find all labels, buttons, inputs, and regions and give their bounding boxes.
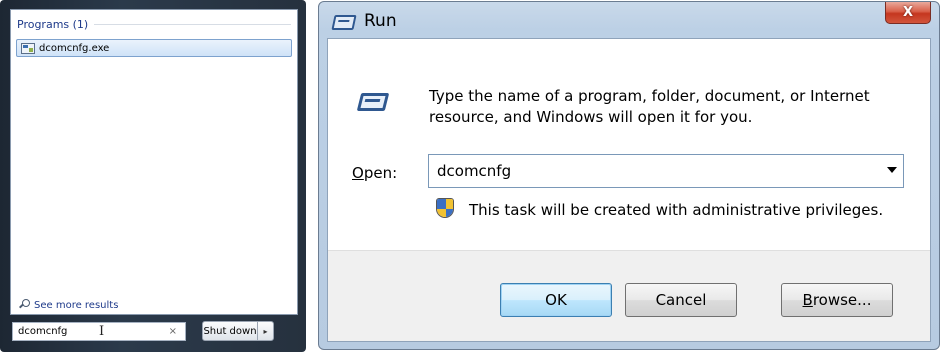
ok-button[interactable]: OK bbox=[500, 283, 612, 317]
run-title: Run bbox=[364, 11, 397, 31]
start-menu: Programs (1) dcomcnfg.exe See more resul… bbox=[0, 0, 306, 352]
open-label: Open: bbox=[352, 164, 398, 182]
run-icon bbox=[331, 15, 357, 30]
chevron-down-icon[interactable] bbox=[887, 167, 897, 173]
open-combobox[interactable]: dcomcnfg bbox=[428, 154, 904, 188]
uac-shield-icon bbox=[436, 198, 454, 218]
program-icon bbox=[21, 42, 35, 54]
cancel-button[interactable]: Cancel bbox=[625, 283, 737, 317]
open-input-value: dcomcnfg bbox=[437, 162, 512, 180]
run-dialog-body: Type the name of a program, folder, docu… bbox=[327, 38, 931, 342]
run-dialog: Run X Type the name of a program, folder… bbox=[318, 1, 940, 350]
clear-search-icon[interactable]: × bbox=[169, 326, 177, 337]
run-program-icon bbox=[353, 91, 390, 113]
admin-privileges-note: This task will be created with administr… bbox=[469, 201, 884, 219]
see-more-results-link[interactable]: See more results bbox=[19, 299, 118, 311]
see-more-label: See more results bbox=[34, 299, 119, 311]
programs-group-header[interactable]: Programs (1) bbox=[17, 16, 291, 32]
run-titlebar[interactable]: Run X bbox=[319, 2, 939, 38]
program-result-label: dcomcnfg.exe bbox=[39, 42, 110, 54]
browse-button[interactable]: Browse... bbox=[781, 283, 893, 317]
button-bar: OK Cancel Browse... bbox=[328, 250, 930, 341]
search-results-pane: Programs (1) dcomcnfg.exe See more resul… bbox=[10, 9, 298, 315]
start-search-input[interactable]: dcomcnfg I × bbox=[12, 322, 186, 341]
programs-header-label: Programs (1) bbox=[17, 17, 89, 31]
program-result-item[interactable]: dcomcnfg.exe bbox=[16, 39, 292, 57]
header-divider bbox=[94, 23, 291, 25]
search-icon bbox=[19, 299, 31, 311]
run-description: Type the name of a program, folder, docu… bbox=[429, 87, 870, 126]
text-cursor-icon: I bbox=[99, 324, 105, 339]
close-button[interactable]: X bbox=[885, 2, 931, 24]
shutdown-button[interactable]: Shut down bbox=[203, 322, 257, 340]
shutdown-options-arrow-icon[interactable]: ▸ bbox=[257, 322, 273, 340]
shutdown-button-group: Shut down ▸ bbox=[202, 321, 274, 341]
search-input-value: dcomcnfg bbox=[18, 326, 68, 337]
close-icon: X bbox=[902, 5, 914, 20]
